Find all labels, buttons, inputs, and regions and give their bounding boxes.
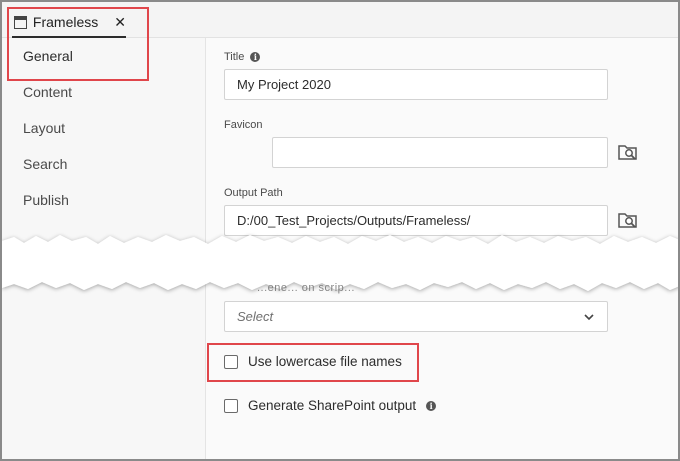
sharepoint-option[interactable]: Generate SharePoint output i (224, 398, 437, 413)
info-icon[interactable]: i (250, 52, 261, 62)
window-icon (14, 15, 27, 29)
sharepoint-label: Generate SharePoint output (248, 398, 417, 413)
title-label-text: Title (224, 51, 245, 63)
sidebar-item-content[interactable]: Content (23, 84, 72, 100)
sidebar-item-general[interactable]: General (23, 48, 73, 64)
title-input[interactable]: My Project 2020 (224, 69, 608, 100)
favicon-input[interactable] (272, 137, 608, 168)
lowercase-checkbox[interactable] (224, 354, 238, 369)
sidebar-item-publish[interactable]: Publish (23, 192, 69, 208)
app-window: Frameless ✕ General Content Layout Searc… (0, 0, 680, 461)
info-icon[interactable]: i (426, 400, 437, 411)
tab-bar: Frameless ✕ (2, 2, 678, 38)
lowercase-option[interactable]: Use lowercase file names (224, 354, 402, 369)
partial-field-label: ...ene... on scrip... (257, 282, 355, 294)
tab-label: Frameless (32, 14, 99, 30)
sidebar-item-layout[interactable]: Layout (23, 120, 65, 136)
sharepoint-checkbox[interactable] (224, 398, 238, 413)
output-path-label: Output Path (224, 187, 283, 199)
select-placeholder: Select (237, 309, 274, 324)
tab-frameless[interactable]: Frameless ✕ (12, 8, 126, 38)
favicon-label: Favicon (224, 119, 263, 131)
torn-edge-overlay (2, 235, 678, 291)
close-icon[interactable]: ✕ (114, 14, 126, 31)
lowercase-label: Use lowercase file names (248, 354, 402, 369)
title-label: Title i (224, 51, 261, 63)
chevron-down-icon (584, 314, 594, 321)
sidebar-item-search[interactable]: Search (23, 156, 67, 172)
browse-folder-icon[interactable] (618, 143, 638, 161)
